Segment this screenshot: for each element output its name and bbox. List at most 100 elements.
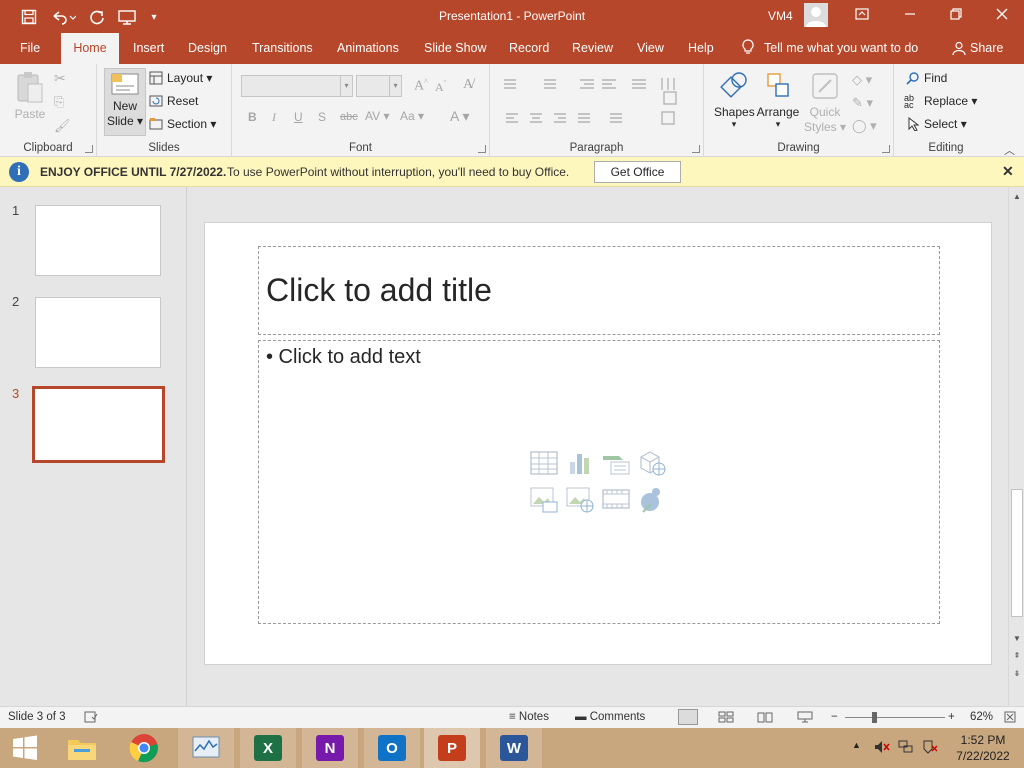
notes-button[interactable]: ≡ Notes: [509, 711, 549, 723]
insert-3d-model-icon[interactable]: [637, 448, 667, 478]
volume-muted-icon[interactable]: [874, 740, 890, 757]
tab-design[interactable]: Design: [178, 33, 237, 64]
tell-me-box[interactable]: Tell me what you want to do: [742, 33, 918, 64]
zoom-in-icon[interactable]: +: [948, 711, 955, 723]
paragraph-launcher-icon[interactable]: [692, 145, 700, 153]
zoom-out-icon[interactable]: −: [831, 711, 838, 723]
user-name[interactable]: VM4: [768, 9, 793, 23]
chevron-down-icon[interactable]: ▾: [340, 76, 352, 96]
minimize-icon[interactable]: [896, 5, 924, 27]
tab-help[interactable]: Help: [678, 33, 724, 64]
font-color-icon[interactable]: A ▾: [450, 108, 469, 125]
tab-transitions[interactable]: Transitions: [242, 33, 323, 64]
zoom-slider-thumb[interactable]: [872, 712, 877, 723]
replace-button[interactable]: ab ac Replace ▾: [904, 94, 977, 110]
restore-icon[interactable]: [942, 5, 970, 27]
network-icon[interactable]: [898, 740, 914, 757]
tab-slide-show[interactable]: Slide Show: [414, 33, 497, 64]
word-icon[interactable]: W: [486, 728, 542, 768]
cut-icon[interactable]: ✂: [54, 70, 66, 87]
shape-outline-icon[interactable]: ✎ ▾: [852, 95, 873, 111]
insert-chart-icon[interactable]: [565, 448, 595, 478]
reading-view-icon[interactable]: [757, 711, 773, 726]
system-clock[interactable]: 1:52 PM 7/22/2022: [950, 732, 1016, 764]
slide-thumbnail-2[interactable]: [35, 297, 161, 368]
italic-icon[interactable]: I: [272, 110, 276, 125]
arrange-button[interactable]: Arrange ▾: [756, 70, 800, 130]
chevron-down-icon[interactable]: ▾: [389, 76, 401, 96]
bold-icon[interactable]: B: [248, 110, 257, 124]
tab-animations[interactable]: Animations: [327, 33, 409, 64]
zoom-slider[interactable]: [845, 717, 945, 718]
slideshow-view-icon[interactable]: [797, 711, 813, 726]
font-size-combo[interactable]: ▾: [356, 75, 402, 97]
tab-home[interactable]: Home: [61, 33, 119, 64]
scroll-up-icon[interactable]: ▲: [1011, 191, 1023, 203]
start-icon[interactable]: [0, 728, 50, 768]
layout-button[interactable]: Layout ▾: [149, 71, 212, 85]
shapes-button[interactable]: Shapes ▾: [714, 70, 755, 130]
find-button[interactable]: Find: [906, 71, 947, 85]
shape-effects-icon[interactable]: ◯ ▾: [852, 118, 877, 134]
title-placeholder[interactable]: Click to add title: [258, 246, 940, 335]
zoom-level[interactable]: 62%: [970, 711, 993, 723]
shadow-icon[interactable]: S: [318, 110, 326, 124]
onenote-icon[interactable]: N: [302, 728, 358, 768]
select-button[interactable]: Select ▾: [906, 116, 967, 132]
close-icon[interactable]: ✕: [1002, 163, 1014, 180]
slide-sorter-icon[interactable]: [718, 711, 734, 726]
insert-icons-icon[interactable]: [637, 484, 667, 514]
strikethrough-icon[interactable]: abc: [340, 111, 358, 123]
scrollbar-thumb[interactable]: [1011, 489, 1023, 617]
content-placeholder[interactable]: • Click to add text: [258, 340, 940, 624]
copy-icon[interactable]: ⎘: [54, 94, 64, 110]
reset-button[interactable]: Reset: [149, 94, 198, 108]
ribbon-display-icon[interactable]: [848, 5, 876, 27]
slide-thumbnail-3[interactable]: [32, 386, 165, 463]
insert-online-picture-icon[interactable]: [565, 484, 595, 514]
file-explorer-icon[interactable]: [54, 728, 110, 768]
font-launcher-icon[interactable]: [478, 145, 486, 153]
get-office-button[interactable]: Get Office: [594, 161, 681, 183]
insert-video-icon[interactable]: [601, 484, 631, 514]
drawing-launcher-icon[interactable]: [882, 145, 890, 153]
character-spacing-icon[interactable]: AV ▾: [365, 109, 389, 123]
format-painter-icon[interactable]: 🖌: [54, 118, 71, 134]
show-hidden-icons-icon[interactable]: ▲: [852, 740, 861, 750]
slide-canvas[interactable]: Click to add title • Click to add text: [204, 222, 992, 665]
tab-file[interactable]: File: [10, 33, 50, 64]
insert-smartart-icon[interactable]: [601, 448, 631, 478]
quick-styles-button[interactable]: Quick Styles ▾: [804, 70, 846, 135]
powerpoint-icon[interactable]: P: [424, 728, 480, 768]
shrink-font-icon[interactable]: Aˇ: [435, 79, 446, 95]
clipboard-launcher-icon[interactable]: [85, 145, 93, 153]
task-manager-icon[interactable]: [178, 728, 234, 768]
outlook-icon[interactable]: O: [364, 728, 420, 768]
shape-fill-icon[interactable]: ◇ ▾: [852, 72, 872, 88]
tab-review[interactable]: Review: [562, 33, 623, 64]
grow-font-icon[interactable]: A^: [414, 77, 428, 95]
accessibility-icon[interactable]: [84, 711, 98, 726]
section-button[interactable]: Section ▾: [149, 117, 216, 131]
next-slide-icon[interactable]: ⇟: [1011, 668, 1023, 680]
action-center-icon[interactable]: [922, 740, 938, 757]
excel-icon[interactable]: X: [240, 728, 296, 768]
scroll-down-icon[interactable]: ▼: [1011, 633, 1023, 645]
slide-thumbnail-1[interactable]: [35, 205, 161, 276]
previous-slide-icon[interactable]: ⇞: [1011, 650, 1023, 662]
underline-icon[interactable]: U: [294, 110, 303, 124]
paragraph-controls-icon[interactable]: [498, 74, 698, 134]
close-icon[interactable]: [988, 5, 1016, 27]
chrome-icon[interactable]: [116, 728, 172, 768]
paste-button[interactable]: Paste: [14, 70, 46, 121]
collapse-ribbon-icon[interactable]: ︿: [1004, 142, 1015, 158]
font-name-combo[interactable]: ▾: [241, 75, 353, 97]
normal-view-icon[interactable]: [678, 709, 698, 725]
clear-formatting-icon[interactable]: A̸: [463, 77, 473, 93]
tab-view[interactable]: View: [627, 33, 674, 64]
tab-insert[interactable]: Insert: [123, 33, 174, 64]
vertical-scrollbar[interactable]: ▲ ▼ ⇞ ⇟: [1008, 187, 1024, 706]
insert-table-icon[interactable]: [529, 448, 559, 478]
fit-to-window-icon[interactable]: [1004, 711, 1016, 726]
insert-picture-icon[interactable]: [529, 484, 559, 514]
